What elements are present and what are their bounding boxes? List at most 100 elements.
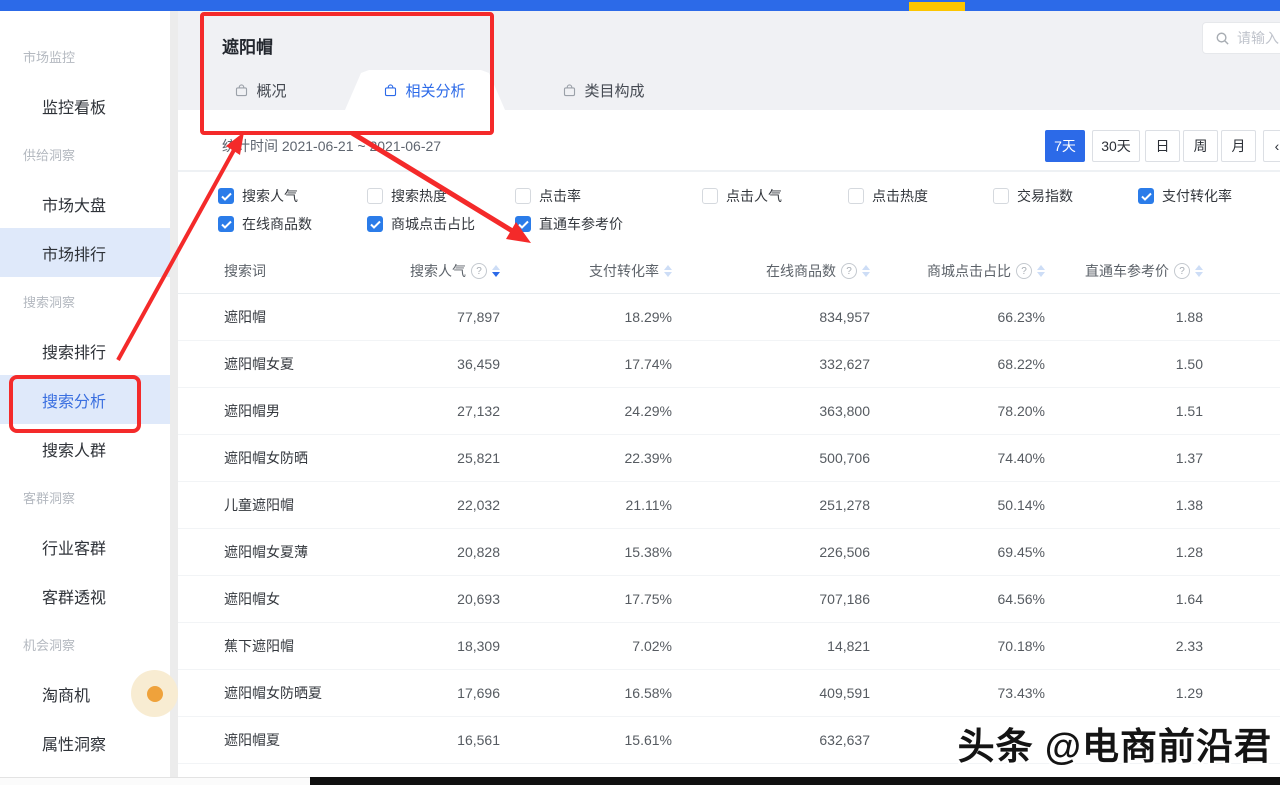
- help-icon[interactable]: ?: [1174, 263, 1190, 279]
- table-row[interactable]: 遮阳帽女夏薄20,82815.38%226,50669.45%1.28: [178, 529, 1280, 576]
- checkbox-unchecked-icon[interactable]: [848, 188, 864, 204]
- stat-time-label: 统计时间 2021-06-21 ~ 2021-06-27: [222, 136, 441, 156]
- column-header-label: 商城点击占比: [927, 261, 1011, 281]
- sidebar-scrollbar[interactable]: [170, 11, 178, 777]
- checkbox-checked-icon[interactable]: [218, 216, 234, 232]
- checkbox-unchecked-icon[interactable]: [515, 188, 531, 204]
- period-button[interactable]: 周: [1183, 130, 1218, 162]
- tab-category-composition[interactable]: 类目构成: [553, 70, 655, 110]
- table-row[interactable]: 遮阳帽男27,13224.29%363,80078.20%1.51: [178, 388, 1280, 435]
- table-row[interactable]: 遮阳帽女防晒25,82122.39%500,70674.40%1.37: [178, 435, 1280, 482]
- shopping-bag-icon: [563, 84, 576, 97]
- search-keyword-table: 搜索词搜索人气?支付转化率在线商品数?商城点击占比?直通车参考价? 遮阳帽77,…: [178, 249, 1280, 764]
- sidebar-item-label: 客群透视: [42, 584, 106, 608]
- column-header-label: 直通车参考价: [1085, 261, 1169, 281]
- sidebar-item[interactable]: 淘商机: [0, 669, 170, 718]
- column-header[interactable]: 搜索人气?: [354, 261, 500, 281]
- sidebar-item[interactable]: 市场大盘: [0, 179, 170, 228]
- filter-checkbox[interactable]: 搜索人气: [218, 187, 298, 205]
- filter-label: 直通车参考价: [539, 214, 623, 234]
- sidebar-item[interactable]: 搜索分析: [0, 375, 170, 424]
- value-cell: 15.61%: [500, 732, 672, 748]
- tab-related-analysis[interactable]: 相关分析: [345, 70, 505, 110]
- table-row[interactable]: 遮阳帽77,89718.29%834,95766.23%1.88: [178, 294, 1280, 341]
- table-row[interactable]: 儿童遮阳帽22,03221.11%251,27850.14%1.38: [178, 482, 1280, 529]
- checkbox-unchecked-icon[interactable]: [367, 188, 383, 204]
- sidebar-item[interactable]: 客群透视: [0, 571, 170, 620]
- filter-label: 点击热度: [872, 186, 928, 206]
- table-row[interactable]: 遮阳帽女夏36,45917.74%332,62768.22%1.50: [178, 341, 1280, 388]
- column-header: 搜索词: [224, 261, 354, 281]
- sort-icon[interactable]: [862, 265, 870, 277]
- column-header[interactable]: 商城点击占比?: [870, 261, 1045, 281]
- table-row[interactable]: 遮阳帽女防晒夏17,69616.58%409,59173.43%1.29: [178, 670, 1280, 717]
- checkbox-unchecked-icon[interactable]: [993, 188, 1009, 204]
- filter-checkbox[interactable]: 点击热度: [848, 187, 928, 205]
- column-header[interactable]: 在线商品数?: [672, 261, 870, 281]
- filter-checkbox[interactable]: 支付转化率: [1138, 187, 1232, 205]
- column-header[interactable]: 直通车参考价?: [1045, 261, 1203, 281]
- table-row[interactable]: 蕉下遮阳帽18,3097.02%14,82170.18%2.33: [178, 623, 1280, 670]
- sidebar-item-label: 搜索分析: [42, 388, 106, 412]
- filter-label: 点击率: [539, 186, 581, 206]
- period-button[interactable]: 30天: [1092, 130, 1140, 162]
- search-icon: [1215, 31, 1230, 46]
- value-cell: 22,032: [354, 497, 500, 513]
- sidebar-item[interactable]: 监控看板: [0, 81, 170, 130]
- filter-label: 搜索人气: [242, 186, 298, 206]
- tab-overview[interactable]: 概况: [218, 70, 304, 110]
- value-cell: 1.29: [1045, 685, 1203, 701]
- value-cell: 332,627: [672, 356, 870, 372]
- column-header[interactable]: 支付转化率: [500, 261, 672, 281]
- sidebar-item[interactable]: 行业客群: [0, 522, 170, 571]
- help-icon[interactable]: ?: [471, 263, 487, 279]
- filter-checkbox[interactable]: 商城点击占比: [367, 215, 475, 233]
- sort-icon[interactable]: [492, 265, 500, 277]
- value-cell: 70.18%: [870, 638, 1045, 654]
- sort-icon[interactable]: [1195, 265, 1203, 277]
- value-cell: 500,706: [672, 450, 870, 466]
- filter-checkbox[interactable]: 在线商品数: [218, 215, 312, 233]
- value-cell: 18.29%: [500, 309, 672, 325]
- keyword-cell: 蕉下遮阳帽: [224, 636, 354, 656]
- keyword-cell: 遮阳帽女防晒: [224, 448, 354, 468]
- period-button[interactable]: 日: [1145, 130, 1180, 162]
- sidebar-item-label: 属性洞察: [42, 731, 106, 755]
- search-input[interactable]: 请输入: [1202, 22, 1280, 54]
- value-cell: 17.74%: [500, 356, 672, 372]
- checkbox-checked-icon[interactable]: [218, 188, 234, 204]
- filter-checkbox[interactable]: 点击人气: [702, 187, 782, 205]
- checkbox-unchecked-icon[interactable]: [702, 188, 718, 204]
- sidebar-item[interactable]: 属性洞察: [0, 718, 170, 767]
- column-header-label: 在线商品数: [766, 261, 836, 281]
- notification-dot-glow: [131, 670, 178, 717]
- keyword-cell: 遮阳帽女: [224, 589, 354, 609]
- value-cell: 7.02%: [500, 638, 672, 654]
- sidebar-item[interactable]: 搜索排行: [0, 326, 170, 375]
- value-cell: 20,828: [354, 544, 500, 560]
- filter-checkbox[interactable]: 交易指数: [993, 187, 1073, 205]
- checkbox-checked-icon[interactable]: [1138, 188, 1154, 204]
- filter-checkbox[interactable]: 点击率: [515, 187, 581, 205]
- tab-label: 相关分析: [405, 80, 465, 101]
- sort-icon[interactable]: [664, 265, 672, 277]
- sort-asc-arrow: [862, 265, 870, 270]
- help-icon[interactable]: ?: [1016, 263, 1032, 279]
- section-divider: [178, 170, 1280, 172]
- table-row[interactable]: 遮阳帽女20,69317.75%707,18664.56%1.64: [178, 576, 1280, 623]
- sidebar-item[interactable]: 市场排行: [0, 228, 170, 277]
- help-icon[interactable]: ?: [841, 263, 857, 279]
- keyword-cell: 遮阳帽: [224, 307, 354, 327]
- value-cell: 834,957: [672, 309, 870, 325]
- filter-label: 点击人气: [726, 186, 782, 206]
- period-button[interactable]: ‹: [1263, 130, 1280, 162]
- checkbox-checked-icon[interactable]: [367, 216, 383, 232]
- sort-icon[interactable]: [1037, 265, 1045, 277]
- filter-checkbox[interactable]: 直通车参考价: [515, 215, 623, 233]
- checkbox-checked-icon[interactable]: [515, 216, 531, 232]
- sidebar-item[interactable]: 搜索人群: [0, 424, 170, 473]
- shopping-bag-icon: [384, 84, 397, 97]
- period-button[interactable]: 月: [1221, 130, 1256, 162]
- filter-checkbox[interactable]: 搜索热度: [367, 187, 447, 205]
- period-button[interactable]: 7天: [1045, 130, 1085, 162]
